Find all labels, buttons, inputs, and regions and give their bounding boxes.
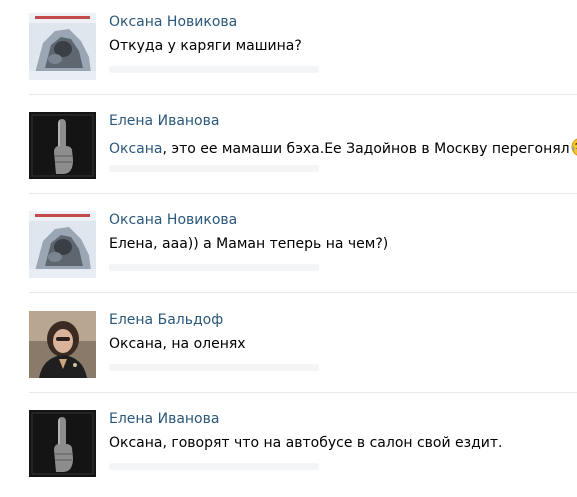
comment-meta (109, 463, 319, 470)
author-link[interactable]: Оксана Новикова (109, 14, 237, 30)
middle-finger-avatar-icon[interactable] (29, 410, 96, 477)
comment-item: Елена Иванова Оксана, это ее мамаши бэха… (0, 99, 577, 199)
comment-text: Елена, ааа)) а Маман теперь на чем?) (109, 236, 389, 252)
comment-meta (109, 364, 319, 371)
comment-item: Оксана Новикова Откуда у каряги машина? (0, 0, 577, 100)
divider (29, 193, 577, 194)
comment-meta (109, 165, 319, 172)
comment-text: Откуда у каряги машина? (109, 38, 302, 54)
comment-item: Елена Иванова Оксана, говорят что на авт… (0, 397, 577, 497)
comment-text: Оксана, на оленях (109, 336, 246, 352)
author-link[interactable]: Елена Бальдоф (109, 312, 223, 328)
divider (29, 292, 577, 293)
comment-meta (109, 264, 319, 271)
tears-of-joy-emoji (571, 137, 577, 157)
author-link[interactable]: Елена Иванова (109, 411, 219, 427)
author-link[interactable]: Оксана Новикова (109, 212, 237, 228)
photo-avatar-icon[interactable] (29, 211, 96, 278)
comment-item: Елена Бальдоф Оксана, на оленях (0, 298, 577, 398)
woman-photo-avatar-icon[interactable] (29, 311, 96, 378)
comment-text: Оксана, говорят что на автобусе в салон … (109, 435, 503, 451)
author-link[interactable]: Елена Иванова (109, 113, 219, 129)
divider (29, 392, 577, 393)
comment-text: Оксана, это ее мамаши бэха.Ее Задойнов в… (109, 137, 577, 157)
photo-avatar-icon[interactable] (29, 13, 96, 80)
comment-meta (109, 66, 319, 73)
reply-to-link[interactable]: Оксана (109, 141, 162, 157)
comment-item: Оксана Новикова Елена, ааа)) а Маман теп… (0, 198, 577, 298)
divider (29, 94, 577, 95)
middle-finger-avatar-icon[interactable] (29, 112, 96, 179)
